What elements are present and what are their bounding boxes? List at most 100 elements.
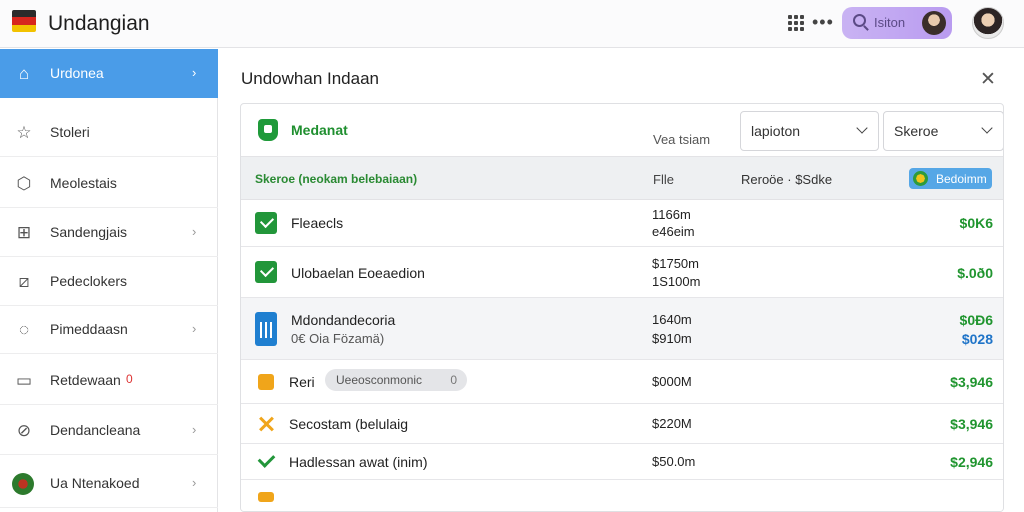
row-amount: $0K6 — [959, 215, 993, 231]
notification-badge: 0 — [126, 372, 133, 386]
status-dot-icon — [913, 171, 928, 186]
close-icon[interactable]: ✕ — [980, 68, 996, 91]
sidebar-item-label: Pedeclokers — [50, 273, 128, 289]
row-name: Mdondandecoria — [291, 312, 396, 328]
row-value-1: $220M — [652, 416, 692, 431]
row-subtitle: 0€ Oia Fözamä) — [291, 331, 385, 346]
sidebar-item-account[interactable]: Ua Ntenakoed › — [0, 459, 218, 508]
chevron-right-icon: › — [192, 224, 197, 239]
header-col-file: Flle — [653, 172, 674, 187]
table-row[interactable]: Mdondandecoria 0€ Oia Fözamä) 1640m $910… — [241, 298, 1003, 360]
tag-count: 0 — [450, 373, 457, 387]
card-label: Vea tsiam — [653, 132, 711, 147]
row-value-2: e46eim — [652, 224, 695, 239]
header-col-range: Reroöe · $Sdke — [741, 172, 833, 187]
leaf-icon: ⊘ — [16, 421, 32, 440]
search-button[interactable]: Isiton — [842, 7, 952, 39]
sidebar-item-tools[interactable]: ⊘ Dendancleana › — [0, 406, 218, 455]
home-icon: ⌂ — [18, 64, 30, 83]
table-row[interactable]: Reri Ueeosconmonic 0 $000M $3,946 — [241, 360, 1003, 404]
row-amount: $2,946 — [950, 454, 993, 470]
select-value: lapioton — [751, 123, 801, 139]
row-amount-secondary: $028 — [961, 331, 993, 347]
row-value-1: $000M — [652, 374, 692, 389]
row-value-1: $1750m — [652, 256, 699, 271]
shield-icon: ⬡ — [16, 174, 32, 193]
document-icon: ⊞ — [16, 223, 32, 242]
star-icon: ☆ — [16, 123, 32, 142]
row-name: Reri — [289, 374, 315, 390]
folder-icon — [258, 374, 274, 390]
cross-icon — [257, 415, 275, 433]
table-row-partial[interactable] — [241, 480, 1003, 511]
folder-icon — [258, 492, 274, 502]
sidebar-item-messages[interactable]: ◌ Pimeddaasn › — [0, 305, 218, 354]
chevron-right-icon: › — [192, 321, 197, 336]
sidebar-item-documents[interactable]: ⊞ Sandengjais › — [0, 208, 218, 257]
card-header: Medanat Vea tsiam lapioton Skeroe — [241, 104, 1003, 157]
sidebar-item-home[interactable]: ⌂ Urdonea › — [0, 49, 218, 98]
app-logo-flag — [12, 10, 36, 32]
row-name: Fleaecls — [291, 215, 344, 231]
sidebar-item-label: Sandengjais — [50, 224, 128, 240]
search-label: Isiton — [874, 15, 906, 30]
sidebar-item-label: Urdonea — [50, 65, 104, 81]
expand-icon: ⧄ — [18, 272, 30, 291]
filter-select-secondary[interactable]: Skeroe — [883, 111, 1003, 151]
table-row[interactable]: Ulobaelan Eoeaedion $1750m 1S100m $.0ð0 — [241, 247, 1003, 298]
bar-chart-icon — [255, 312, 277, 346]
tag-label: Ueeosconmonic — [336, 373, 423, 387]
checkmark-icon — [255, 451, 277, 473]
row-name: Ulobaelan Eoeaedion — [291, 265, 425, 281]
sidebar-item-label: Ua Ntenakoed — [50, 475, 140, 491]
row-name: Secostam (belulaig — [289, 416, 409, 432]
sidebar: ⌂ Urdonea › ☆ Stoleri ⬡ Meolestais ⊞ San… — [0, 49, 218, 512]
account-avatar — [12, 473, 34, 495]
row-value-1: $50.0m — [652, 454, 696, 469]
top-bar: Undangian ••• Isiton — [0, 0, 1024, 48]
header-col-name: Skeroe (neokam belebaiaan) — [255, 172, 418, 186]
row-value-2: 1S100m — [652, 274, 701, 289]
sidebar-item-expand[interactable]: ⧄ Pedeclokers — [0, 257, 218, 306]
table-header: Skeroe (neokam belebaiaan) Flle Reroöe ·… — [241, 157, 1003, 200]
select-value: Skeroe — [894, 123, 939, 139]
table-row[interactable]: Fleaecls 1166m e46eim $0K6 — [241, 200, 1003, 247]
app-title: Undangian — [48, 12, 150, 35]
check-icon — [255, 212, 277, 234]
apps-grid-icon[interactable] — [788, 15, 804, 31]
sidebar-item-favorites[interactable]: ☆ Stoleri — [0, 108, 218, 157]
row-amount: $0Ð6 — [959, 312, 993, 328]
check-icon — [255, 261, 277, 283]
sidebar-item-calendar[interactable]: ▭ Retdewaan 0 — [0, 356, 218, 405]
row-amount: $3,946 — [950, 374, 993, 390]
sidebar-item-security[interactable]: ⬡ Meolestais — [0, 159, 218, 208]
chat-icon: ◌ — [18, 320, 30, 339]
search-icon — [853, 14, 866, 27]
data-card: Medanat Vea tsiam lapioton Skeroe Skeroe… — [240, 103, 1004, 512]
sidebar-item-label: Retdewaan — [50, 372, 121, 388]
row-amount: $3,946 — [950, 416, 993, 432]
chevron-right-icon: › — [192, 65, 197, 80]
more-options-icon[interactable]: ••• — [812, 12, 834, 33]
row-name: Hadlessan awat (inim) — [289, 454, 428, 470]
card-icon — [258, 119, 278, 141]
card-title: Medanat — [291, 122, 348, 138]
row-value-1: 1640m — [652, 312, 692, 327]
sidebar-item-label: Pimeddaasn — [50, 321, 128, 337]
chevron-down-icon — [856, 122, 868, 134]
user-avatar[interactable] — [972, 7, 1004, 39]
row-value-2: $910m — [652, 331, 692, 346]
sidebar-item-label: Meolestais — [50, 175, 117, 191]
chevron-right-icon: › — [192, 475, 197, 490]
row-tag[interactable]: Ueeosconmonic 0 — [325, 369, 467, 391]
chevron-right-icon: › — [192, 422, 197, 437]
sidebar-item-label: Dendancleana — [50, 422, 141, 438]
chevron-down-icon — [981, 122, 993, 134]
row-amount: $.0ð0 — [957, 265, 993, 281]
row-value-1: 1166m — [652, 207, 691, 222]
filter-select-primary[interactable]: lapioton — [740, 111, 879, 151]
status-button[interactable]: Bedoimm — [909, 168, 992, 189]
table-row[interactable]: Hadlessan awat (inim) $50.0m $2,946 — [241, 444, 1003, 480]
table-row[interactable]: Secostam (belulaig $220M $3,946 — [241, 404, 1003, 444]
status-label: Bedoimm — [936, 172, 987, 186]
